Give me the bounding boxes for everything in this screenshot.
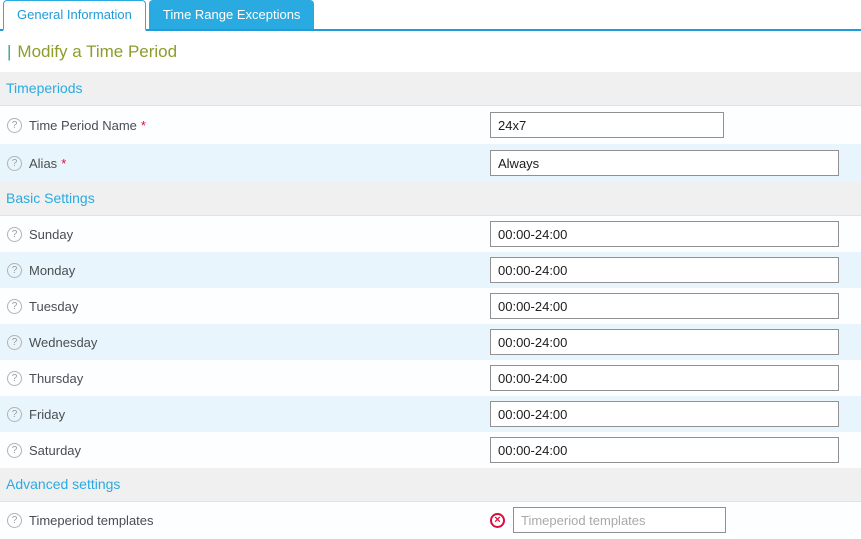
label-cell: ? Wednesday <box>0 334 490 350</box>
input-cell <box>490 150 839 176</box>
input-cell <box>490 365 839 391</box>
label-cell: ? Sunday <box>0 226 490 242</box>
help-icon[interactable]: ? <box>7 334 22 350</box>
input-cell: × <box>490 507 726 533</box>
field-label-tuesday: Tuesday <box>29 298 79 314</box>
thursday-input[interactable] <box>490 365 839 391</box>
form-row-monday: ? Monday <box>0 252 861 288</box>
label-cell: ? Alias * <box>0 155 490 171</box>
label-cell: ? Timeperiod templates <box>0 512 490 528</box>
section-header-timeperiods: Timeperiods <box>0 72 861 106</box>
wednesday-input[interactable] <box>490 329 839 355</box>
time-period-name-input[interactable] <box>490 112 724 138</box>
page-title: Modify a Time Period <box>17 41 178 61</box>
input-cell <box>490 437 839 463</box>
friday-input[interactable] <box>490 401 839 427</box>
section-header-basic-settings: Basic Settings <box>0 182 861 216</box>
tab-general-information[interactable]: General Information <box>3 0 146 31</box>
form-row-wednesday: ? Wednesday <box>0 324 861 360</box>
help-icon[interactable]: ? <box>7 406 22 422</box>
help-icon[interactable]: ? <box>7 262 22 278</box>
help-icon[interactable]: ? <box>7 117 22 133</box>
form-row-timeperiod-templates: ? Timeperiod templates × <box>0 502 861 538</box>
form-row-alias: ? Alias * <box>0 144 861 182</box>
input-cell <box>490 293 839 319</box>
form-row-sunday: ? Sunday <box>0 216 861 252</box>
label-cell: ? Friday <box>0 406 490 422</box>
field-label-wednesday: Wednesday <box>29 334 98 350</box>
timeperiod-templates-input[interactable] <box>513 507 726 533</box>
input-cell <box>490 257 839 283</box>
field-label-time-period-name: Time Period Name <box>29 117 137 133</box>
remove-template-icon[interactable]: × <box>490 512 505 528</box>
title-pipe-decoration: | <box>7 41 12 61</box>
form-row-tuesday: ? Tuesday <box>0 288 861 324</box>
field-label-timeperiod-templates: Timeperiod templates <box>29 512 154 528</box>
sunday-input[interactable] <box>490 221 839 247</box>
tab-bar: General Information Time Range Exception… <box>0 0 861 31</box>
help-icon[interactable]: ? <box>7 512 22 528</box>
label-cell: ? Tuesday <box>0 298 490 314</box>
input-cell <box>490 401 839 427</box>
help-icon[interactable]: ? <box>7 226 22 242</box>
field-label-sunday: Sunday <box>29 226 74 242</box>
help-icon[interactable]: ? <box>7 298 22 314</box>
tab-time-range-exceptions[interactable]: Time Range Exceptions <box>148 0 315 29</box>
input-cell <box>490 112 724 138</box>
required-asterisk: * <box>61 155 67 171</box>
section-header-advanced-settings: Advanced settings <box>0 468 861 502</box>
input-cell <box>490 221 839 247</box>
field-label-friday: Friday <box>29 406 66 422</box>
form-row-thursday: ? Thursday <box>0 360 861 396</box>
form-row-saturday: ? Saturday <box>0 432 861 468</box>
field-label-thursday: Thursday <box>29 370 84 386</box>
label-cell: ? Time Period Name * <box>0 117 490 133</box>
field-label-monday: Monday <box>29 262 76 278</box>
required-asterisk: * <box>140 117 146 133</box>
tuesday-input[interactable] <box>490 293 839 319</box>
help-icon[interactable]: ? <box>7 442 22 458</box>
monday-input[interactable] <box>490 257 839 283</box>
page-title-bar: | Modify a Time Period <box>0 31 861 72</box>
saturday-input[interactable] <box>490 437 839 463</box>
label-cell: ? Saturday <box>0 442 490 458</box>
field-label-saturday: Saturday <box>29 442 82 458</box>
label-cell: ? Thursday <box>0 370 490 386</box>
form-row-time-period-name: ? Time Period Name * <box>0 106 861 144</box>
alias-input[interactable] <box>490 150 839 176</box>
help-icon[interactable]: ? <box>7 370 22 386</box>
input-cell <box>490 329 839 355</box>
help-icon[interactable]: ? <box>7 155 22 171</box>
label-cell: ? Monday <box>0 262 490 278</box>
field-label-alias: Alias <box>29 155 58 171</box>
form-row-friday: ? Friday <box>0 396 861 432</box>
